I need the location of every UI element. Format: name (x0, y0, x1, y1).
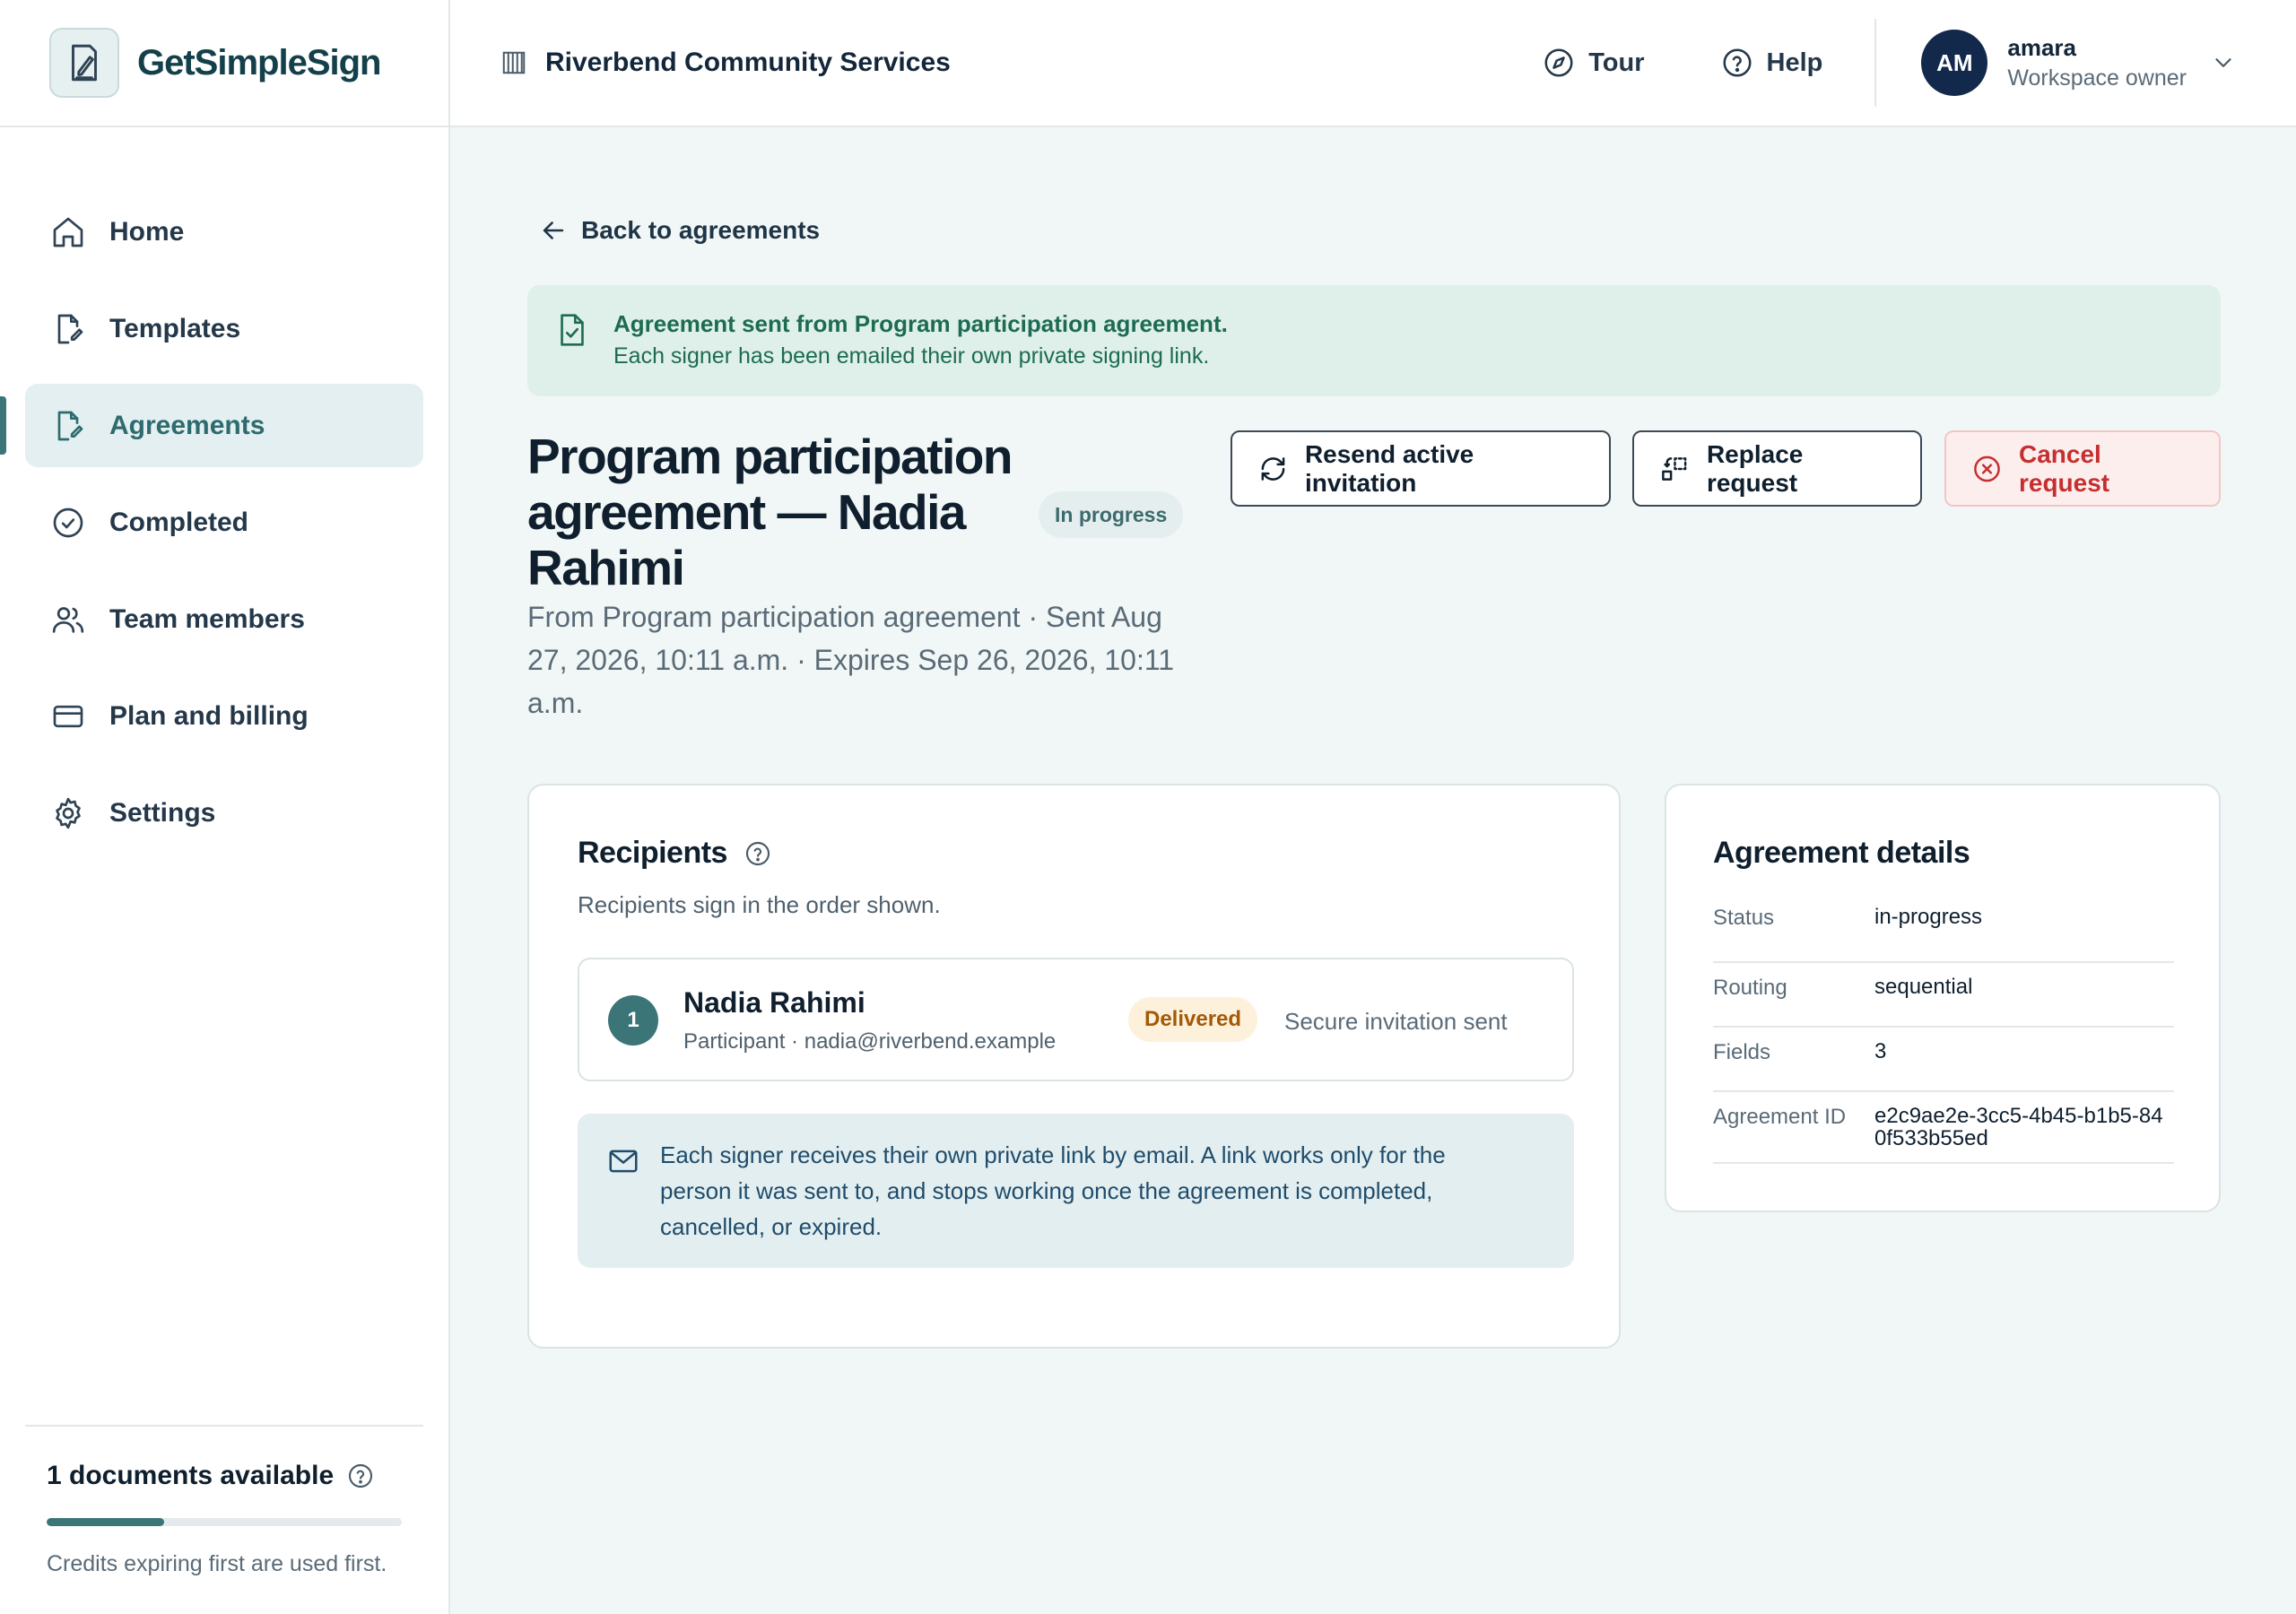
top-bar: Riverbend Community Services Tour Help A… (450, 0, 2296, 127)
detail-label: Fields (1713, 1040, 1771, 1064)
help-button[interactable]: Help (1720, 46, 1823, 80)
recipients-card: Recipients Recipients sign in the order … (527, 784, 1621, 1349)
delivery-status-badge: Delivered (1128, 997, 1258, 1042)
user-name: amara (2007, 34, 2076, 61)
users-icon (52, 606, 84, 633)
top-actions: Tour Help AM amara Workspace owner (1542, 0, 2296, 126)
credits-title: 1 documents available (47, 1461, 402, 1491)
cancel-request-button[interactable]: Cancel request (1944, 430, 2221, 507)
refresh-icon (1261, 456, 1285, 481)
status-badge: In progress (1039, 491, 1184, 538)
brand[interactable]: GetSimpleSign (0, 0, 448, 127)
agreement-details-card: Agreement details Status in-progress Rou… (1665, 784, 2221, 1212)
sidebar-item-label: Templates (109, 313, 241, 343)
gear-icon (56, 797, 81, 829)
chevron-down-icon (2215, 58, 2231, 67)
mail-icon (609, 1150, 638, 1173)
replace-icon (1662, 456, 1687, 481)
sidebar: GetSimpleSign Home Templates Agreements … (0, 0, 450, 1614)
user-menu[interactable]: AM amara Workspace owner (1921, 30, 2237, 96)
signing-order-badge: 1 (608, 995, 658, 1046)
detail-label: Status (1713, 906, 1775, 930)
sidebar-item-plan-and-billing[interactable]: Plan and billing (25, 674, 423, 758)
back-to-agreements-link[interactable]: Back to agreements (538, 215, 820, 246)
brand-logo-icon (49, 28, 119, 98)
help-circle-icon[interactable] (744, 839, 772, 868)
banner-title: Agreement sent from Program participatio… (613, 310, 1228, 337)
x-circle-icon (1974, 456, 2000, 482)
sidebar-item-completed[interactable]: Completed (25, 481, 423, 564)
recipients-heading: Recipients (578, 836, 772, 871)
sidebar-item-label: Completed (109, 507, 249, 537)
detail-value: 3 (1874, 1039, 1887, 1063)
detail-row-status: Status in-progress (1713, 900, 2174, 963)
tour-label: Tour (1588, 48, 1645, 77)
credits-count: 1 documents available (47, 1461, 335, 1490)
credits-progress-bar (47, 1518, 402, 1526)
arrow-left-icon (543, 221, 564, 239)
sidebar-item-label: Team members (109, 603, 305, 634)
signing-link-info-text: Each signer receives their own private l… (660, 1141, 1446, 1240)
sidebar-item-home[interactable]: Home (25, 190, 423, 273)
help-circle-icon[interactable] (346, 1462, 375, 1490)
user-role: Workspace owner (2007, 65, 2187, 91)
sidebar-item-label: Plan and billing (109, 700, 309, 731)
sidebar-item-templates[interactable]: Templates (25, 287, 423, 370)
signer-name: Nadia Rahimi (683, 986, 865, 1019)
sidebar-item-settings[interactable]: Settings (25, 771, 423, 855)
sidebar-item-label: Agreements (109, 410, 265, 440)
agreement-details-list: Status in-progress Routing sequential Fi… (1713, 900, 2174, 1164)
tour-button[interactable]: Tour (1542, 46, 1645, 80)
agreement-icon (57, 411, 83, 440)
sidebar-item-agreements[interactable]: Agreements (0, 384, 423, 467)
compass-icon (1544, 48, 1573, 77)
sidebar-item-label: Home (109, 216, 185, 247)
detail-value[interactable]: e2c9ae2e-3cc5-4b45-b1b5-840f533b55ed (1874, 1103, 2174, 1150)
resend-invitation-button[interactable]: Resend active invitation (1231, 430, 1611, 507)
detail-label: Agreement ID (1713, 1105, 1847, 1129)
banner-subtitle: Each signer has been emailed their own p… (613, 343, 1210, 369)
help-circle-icon (1723, 48, 1752, 77)
document-check-icon (561, 314, 584, 346)
divider (1874, 19, 1877, 107)
help-label: Help (1766, 48, 1823, 77)
list-item: 1 Nadia Rahimi Participant · nadia@river… (578, 958, 1574, 1081)
avatar: AM (1921, 30, 1988, 96)
home-icon (53, 217, 83, 247)
recipients-note: Recipients sign in the order shown. (578, 891, 941, 918)
sidebar-item-team-members[interactable]: Team members (25, 577, 423, 661)
sidebar-nav: Home Templates Agreements Completed Team… (0, 127, 448, 855)
user-info: amara Workspace owner (2007, 34, 2187, 91)
agreement-details-title: Agreement details (1713, 836, 1970, 870)
detail-value: sequential (1874, 975, 1973, 999)
invitation-state: Secure invitation sent (1284, 1008, 1508, 1035)
sidebar-item-label: Settings (109, 797, 216, 828)
check-circle-icon (53, 508, 83, 537)
credit-card-icon (53, 705, 83, 727)
cancel-label: Cancel request (2018, 439, 2110, 497)
signer-role-email: Participant · nadia@riverbend.example (683, 1029, 1057, 1054)
success-banner: Agreement sent from Program participatio… (527, 285, 2221, 396)
detail-row-agreement-id: Agreement ID e2c9ae2e-3cc5-4b45-b1b5-840… (1713, 1092, 2174, 1164)
credits-panel: 1 documents available Credits expiring f… (25, 1425, 423, 1577)
detail-label: Routing (1713, 976, 1787, 1000)
template-icon (57, 314, 83, 343)
resend-label: Resend active invitation (1304, 439, 1474, 497)
credits-note: Credits expiring first are used first. (47, 1551, 387, 1576)
page-title: Program participation agreement — Nadia … (527, 429, 1013, 595)
building-icon (502, 51, 526, 74)
detail-row-fields: Fields 3 (1713, 1028, 2174, 1092)
detail-row-routing: Routing sequential (1713, 963, 2174, 1028)
organization-name: Riverbend Community Services (545, 48, 951, 77)
replace-label: Replace request (1706, 439, 1804, 497)
replace-request-button[interactable]: Replace request (1632, 430, 1922, 507)
organization: Riverbend Community Services (500, 48, 951, 78)
brand-name: GetSimpleSign (137, 42, 381, 82)
back-label: Back to agreements (581, 216, 821, 244)
credits-progress-fill (47, 1518, 164, 1526)
agreement-meta: From Program participation agreement · S… (527, 601, 1175, 719)
detail-value: in-progress (1874, 905, 1983, 929)
recipients-title: Recipients (578, 836, 727, 870)
signing-link-info: Each signer receives their own private l… (578, 1114, 1574, 1268)
